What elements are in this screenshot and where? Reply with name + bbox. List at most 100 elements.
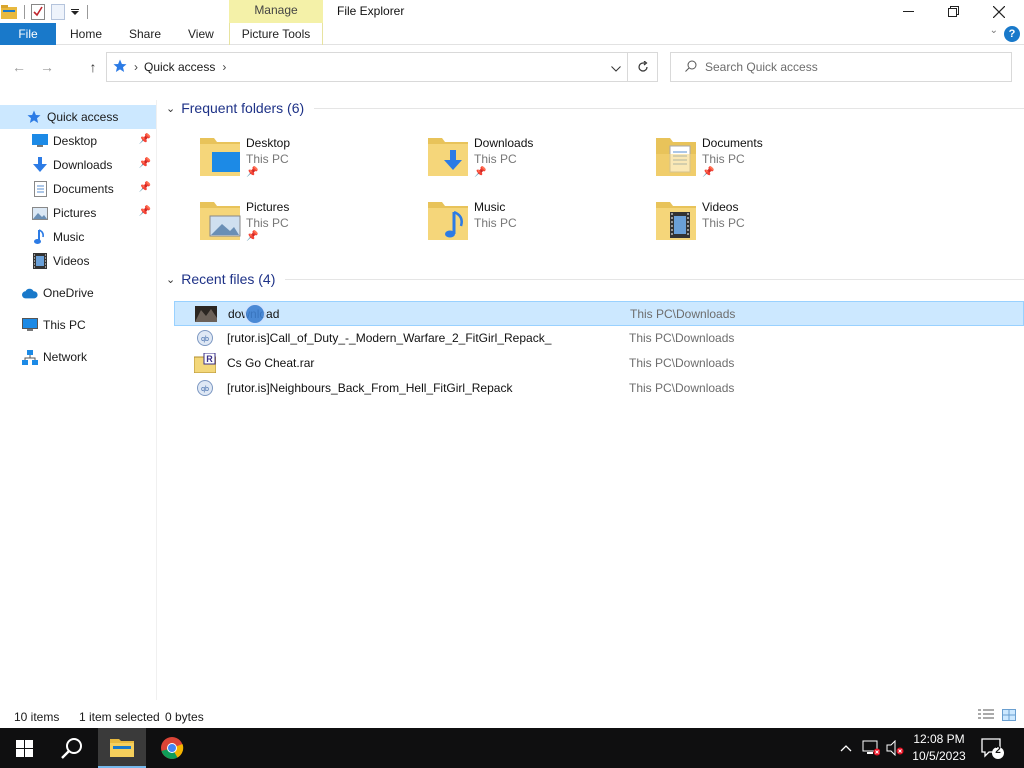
- notification-count-badge: 2: [995, 745, 1001, 756]
- folder-name: Documents: [702, 136, 763, 150]
- recent-files-header[interactable]: ⌄ Recent files (4): [166, 267, 1024, 291]
- pin-icon[interactable]: 📌: [139, 206, 151, 217]
- frequent-folders-header[interactable]: ⌄ Frequent folders (6): [166, 96, 1024, 120]
- image-thumbnail-icon: [195, 305, 217, 323]
- taskbar: 12:08 PM 10/5/2023 2: [0, 728, 1024, 768]
- pictures-icon: [32, 205, 48, 221]
- tab-home[interactable]: Home: [70, 23, 102, 45]
- pictures-folder-icon: [200, 202, 241, 240]
- folder-tile-desktop[interactable]: Desktop This PC 📌: [200, 132, 400, 188]
- documents-icon: [32, 181, 48, 197]
- breadcrumb-separator-icon[interactable]: ›: [222, 60, 226, 74]
- folder-name: Desktop: [246, 136, 291, 150]
- breadcrumb-quick-access[interactable]: Quick access: [144, 60, 215, 74]
- music-folder-icon: [428, 202, 468, 240]
- clock-date: 10/5/2023: [912, 749, 966, 763]
- sidebar-item-network[interactable]: Network: [0, 345, 156, 369]
- music-icon: [32, 229, 48, 245]
- close-button[interactable]: [976, 0, 1022, 23]
- folder-tile-videos[interactable]: Videos This PC: [656, 196, 856, 252]
- collapse-chevron-icon[interactable]: ⌄: [166, 102, 175, 115]
- pin-icon: 📌: [702, 167, 715, 178]
- up-arrow-icon[interactable]: ↑: [83, 57, 103, 77]
- navigation-bar: ← → ↑ › Quick access ›: [0, 50, 1024, 84]
- recent-file-row[interactable]: qb [rutor.is]Call_of_Duty_-_Modern_Warfa…: [174, 326, 1024, 351]
- sidebar-item-quick-access[interactable]: Quick access: [0, 105, 156, 129]
- folder-tile-music[interactable]: Music This PC: [428, 196, 628, 252]
- collapse-chevron-icon[interactable]: ⌄: [166, 273, 175, 286]
- large-icons-view-icon[interactable]: [1002, 709, 1018, 723]
- sidebar-item-downloads[interactable]: Downloads 📌: [0, 153, 156, 177]
- sidebar-item-label: Network: [43, 350, 88, 364]
- chrome-taskbar-button[interactable]: [148, 728, 196, 768]
- show-hidden-icons-chevron-icon[interactable]: [836, 728, 856, 768]
- folder-tile-downloads[interactable]: Downloads This PC 📌: [428, 132, 628, 188]
- action-center-button[interactable]: 2: [980, 736, 1004, 760]
- details-view-icon[interactable]: [978, 709, 994, 723]
- recent-file-row[interactable]: R Cs Go Cheat.rar This PC\Downloads: [174, 351, 1024, 376]
- file-name: [rutor.is]Call_of_Duty_-_Modern_Warfare_…: [227, 331, 552, 345]
- address-bar[interactable]: › Quick access ›: [106, 52, 628, 82]
- sidebar-item-label: Desktop: [53, 134, 98, 148]
- sidebar-item-this-pc[interactable]: This PC: [0, 313, 156, 337]
- status-bar: 10 items 1 item selected 0 bytes: [0, 705, 1024, 728]
- folder-location: This PC: [474, 216, 517, 230]
- folder-tile-documents[interactable]: Documents This PC 📌: [656, 132, 856, 188]
- customize-toolbar-dropdown-icon[interactable]: [69, 3, 81, 21]
- properties-icon[interactable]: [29, 3, 47, 21]
- minimize-icon: [902, 11, 914, 12]
- address-history-dropdown-icon[interactable]: [611, 61, 621, 75]
- folder-app-icon[interactable]: [0, 3, 18, 21]
- folder-tile-pictures[interactable]: Pictures This PC 📌: [200, 196, 400, 252]
- downloads-icon: [32, 157, 48, 173]
- pin-icon[interactable]: 📌: [139, 158, 151, 169]
- forward-arrow-icon[interactable]: →: [37, 57, 57, 77]
- pin-icon[interactable]: 📌: [139, 182, 151, 193]
- desktop-folder-icon: [200, 138, 240, 176]
- search-box[interactable]: [670, 52, 1012, 82]
- file-name: Cs Go Cheat.rar: [227, 356, 315, 370]
- tab-file[interactable]: File: [0, 23, 56, 45]
- pin-icon[interactable]: 📌: [139, 134, 151, 145]
- tab-view[interactable]: View: [188, 23, 214, 45]
- sidebar-item-label: Documents: [53, 182, 114, 196]
- taskbar-clock[interactable]: 12:08 PM 10/5/2023: [905, 731, 973, 765]
- volume-muted-icon[interactable]: [884, 728, 906, 768]
- recent-file-row[interactable]: qb [rutor.is]Neighbours_Back_From_Hell_F…: [174, 376, 1024, 401]
- back-arrow-icon[interactable]: ←: [9, 57, 29, 77]
- file-location: This PC\Downloads: [629, 356, 735, 370]
- quick-access-toolbar: [0, 3, 92, 21]
- network-status-icon[interactable]: [860, 728, 882, 768]
- expand-ribbon-chevron-icon[interactable]: ⌄: [990, 25, 998, 36]
- sidebar-item-onedrive[interactable]: OneDrive: [0, 281, 156, 305]
- new-folder-icon[interactable]: [49, 3, 67, 21]
- sidebar-item-pictures[interactable]: Pictures 📌: [0, 201, 156, 225]
- file-name: [rutor.is]Neighbours_Back_From_Hell_FitG…: [227, 381, 513, 395]
- section-divider: [314, 107, 1024, 109]
- sidebar-item-music[interactable]: Music: [0, 225, 156, 249]
- sidebar-item-label: Music: [53, 230, 85, 244]
- tab-share[interactable]: Share: [129, 23, 161, 45]
- sidebar-item-label: OneDrive: [43, 286, 94, 300]
- tab-picture-tools[interactable]: Picture Tools: [229, 23, 323, 45]
- file-explorer-taskbar-button[interactable]: [98, 728, 146, 768]
- refresh-button[interactable]: [628, 52, 658, 82]
- chrome-icon: [161, 737, 184, 759]
- start-button[interactable]: [0, 728, 48, 768]
- minimize-button[interactable]: [885, 0, 931, 23]
- refresh-icon: [637, 61, 648, 72]
- recent-file-row[interactable]: download This PC\Downloads: [174, 301, 1024, 326]
- search-taskbar-button[interactable]: [48, 728, 96, 768]
- toolbar-separator: [87, 5, 88, 19]
- star-icon: [26, 109, 42, 125]
- search-input[interactable]: [705, 60, 1005, 74]
- sidebar-item-videos[interactable]: Videos: [0, 249, 156, 273]
- touch-cursor-indicator: [244, 303, 266, 325]
- search-icon: [61, 738, 82, 759]
- restore-button[interactable]: [930, 0, 976, 23]
- sidebar-item-documents[interactable]: Documents 📌: [0, 177, 156, 201]
- sidebar-item-desktop[interactable]: Desktop 📌: [0, 129, 156, 153]
- folder-name: Pictures: [246, 200, 290, 214]
- folder-name: Videos: [702, 200, 739, 214]
- help-icon[interactable]: ?: [1004, 26, 1020, 42]
